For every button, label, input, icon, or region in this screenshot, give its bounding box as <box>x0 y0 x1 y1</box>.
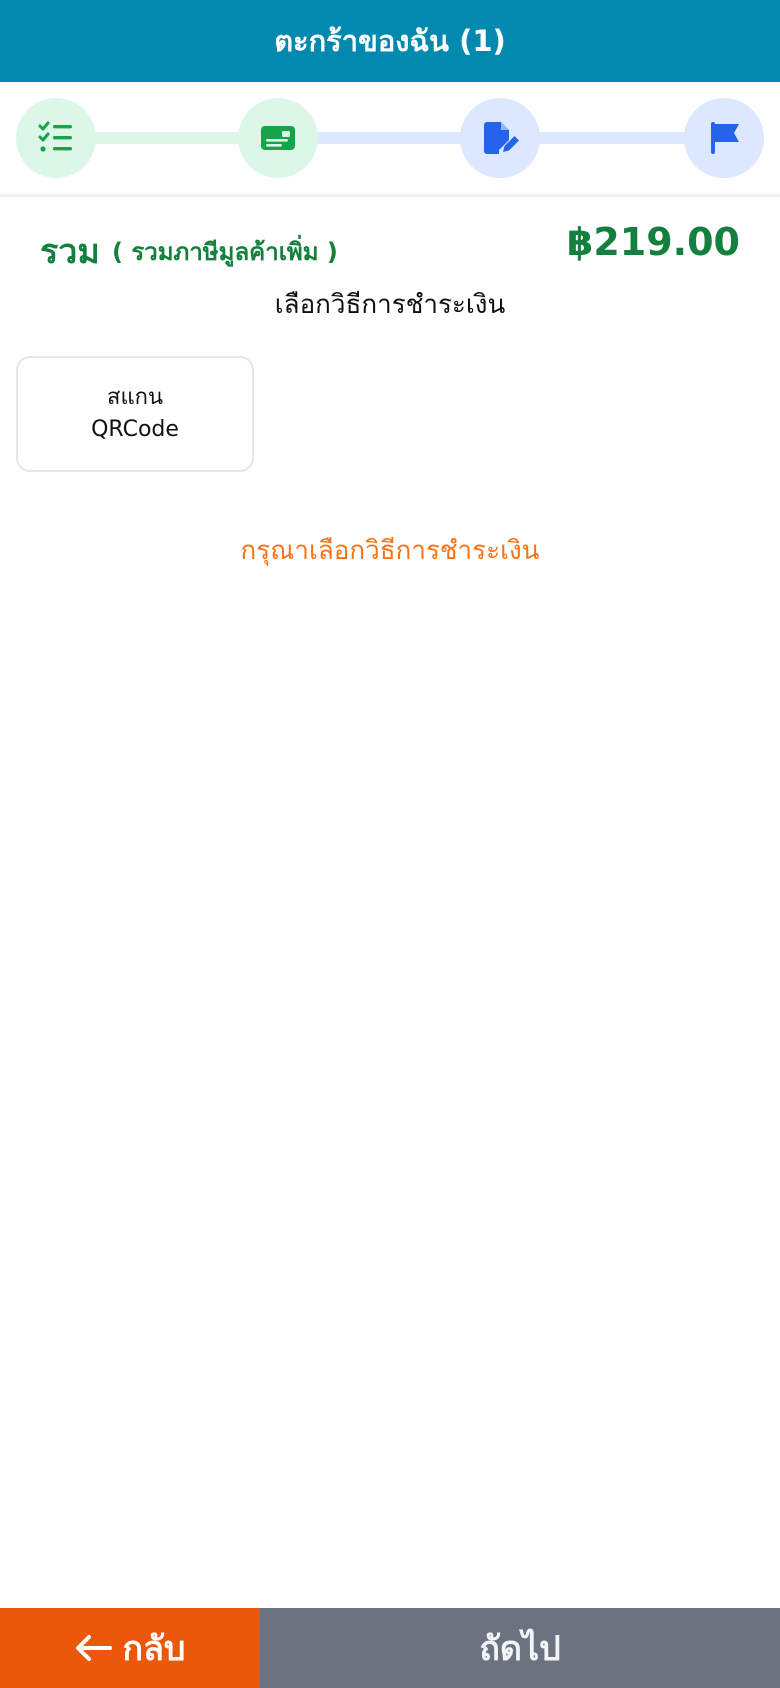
payment-method-qrcode[interactable]: สแกน QRCode <box>16 356 254 472</box>
app-header: ตะกร้าของฉัน (1) <box>0 0 780 82</box>
total-tax-note: ( รวมภาษีมูลค้าเพิ่ม ) <box>112 238 338 266</box>
footer-actions: กลับ ถัดไป <box>0 1608 780 1688</box>
payment-warning: กรุณาเลือกวิธีการชำระเงิน <box>240 536 540 566</box>
arrow-left-icon <box>76 1635 113 1661</box>
order-total: รวม ( รวมภาษีมูลค้าเพิ่ม ) ฿219.00 <box>40 218 740 274</box>
stepper-track-complete <box>90 132 240 144</box>
next-button[interactable]: ถัดไป <box>260 1608 780 1688</box>
next-button-label: ถัดไป <box>479 1629 561 1669</box>
back-button-label: กลับ <box>122 1629 186 1669</box>
payment-method-label: สแกน <box>107 385 163 410</box>
checklist-icon <box>38 121 72 152</box>
total-amount: ฿219.00 <box>566 220 740 264</box>
step-details <box>460 98 540 178</box>
step-cart-review <box>16 98 96 178</box>
stepper-track-pending <box>316 132 462 144</box>
divider <box>0 194 780 197</box>
stepper-track-pending <box>537 132 687 144</box>
step-payment <box>238 98 318 178</box>
file-edit-icon <box>484 122 519 154</box>
page-title: ตะกร้าของฉัน (1) <box>274 24 506 58</box>
checkout-stepper <box>0 82 780 194</box>
payment-method-title: เลือกวิธีการชำระเงิน <box>274 290 506 320</box>
back-button[interactable]: กลับ <box>0 1608 260 1688</box>
flag-icon <box>711 122 739 154</box>
total-label: รวม <box>40 232 100 272</box>
id-card-icon <box>261 126 295 150</box>
payment-method-label: QRCode <box>91 417 179 442</box>
step-finish <box>684 98 764 178</box>
